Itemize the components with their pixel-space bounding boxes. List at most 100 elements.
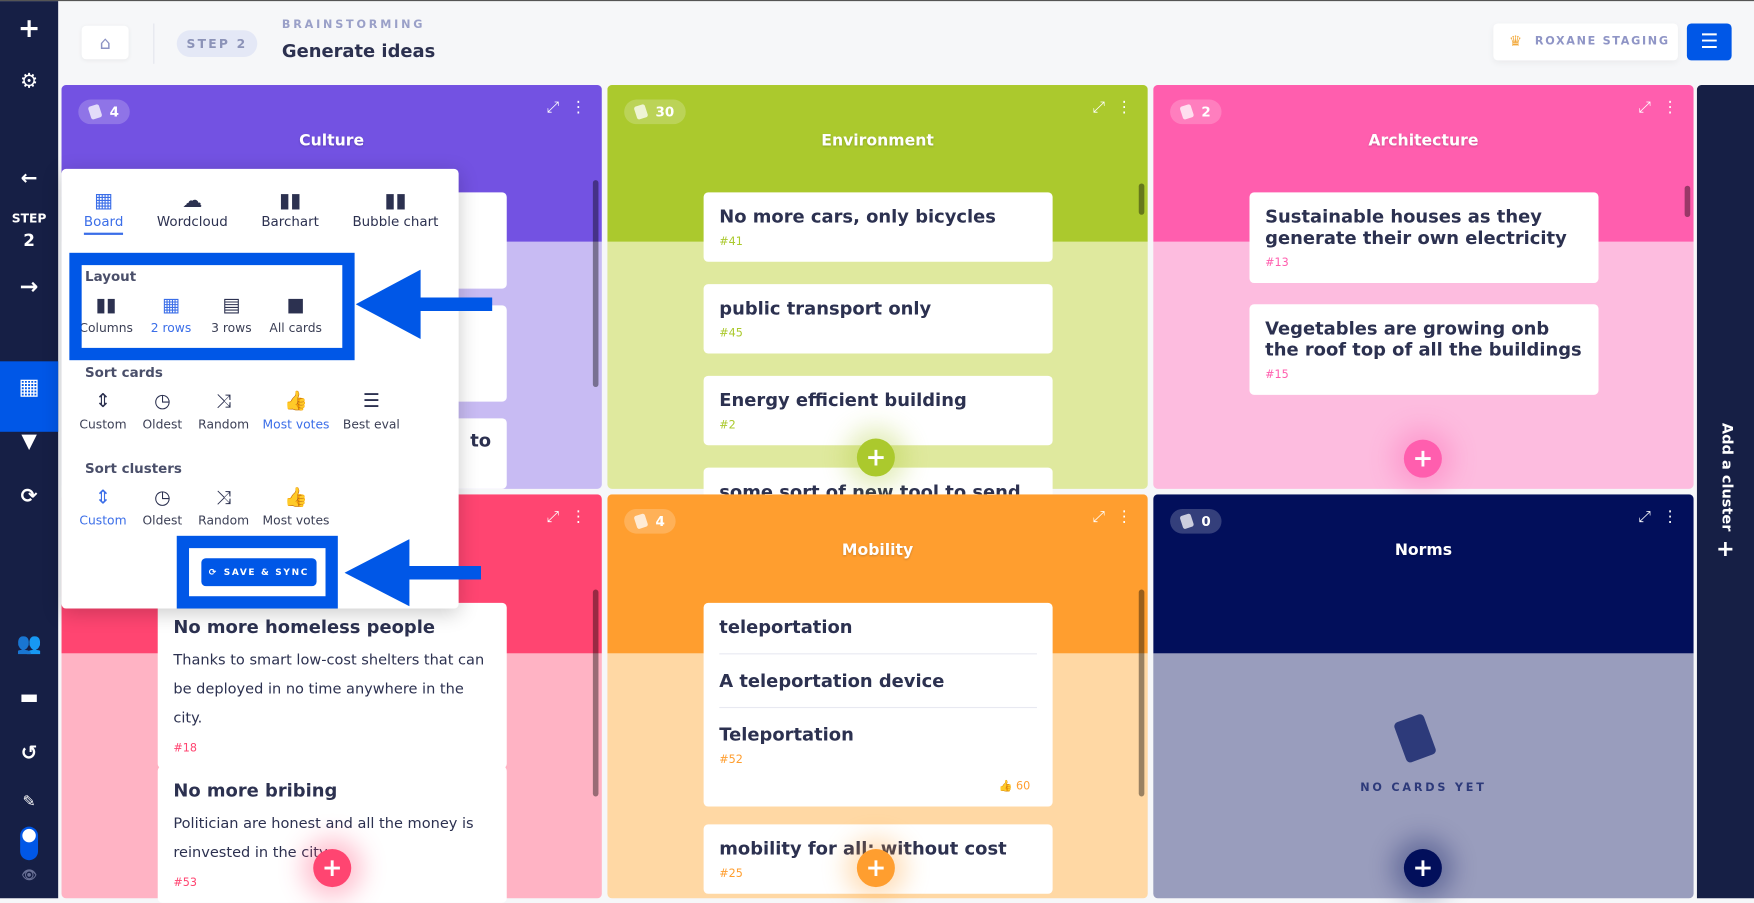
card-count-badge: 4 (78, 99, 131, 125)
idea-card[interactable]: public transport only #45 (703, 284, 1053, 354)
scrollbar[interactable] (592, 589, 599, 797)
scrollbar[interactable] (1684, 185, 1691, 218)
card-id: #41 (719, 236, 743, 249)
more-options-icon[interactable]: ⋮ (1662, 98, 1678, 116)
card-id: #52 (719, 753, 743, 767)
add-card-button[interactable]: + (1403, 849, 1442, 888)
gear-icon[interactable]: ⚙ (0, 69, 58, 92)
users-icon[interactable]: 👥 (0, 632, 58, 655)
plus-icon[interactable]: + (0, 12, 58, 43)
option-oldest[interactable]: ◷ Oldest (140, 487, 185, 528)
card-count-badge: 30 (624, 99, 686, 125)
card-title: Sustainable houses as they generate thei… (1265, 205, 1567, 249)
expand-icon[interactable]: ⤢ (1639, 508, 1652, 526)
shuffle-icon: ⤨ (216, 390, 232, 413)
more-options-icon[interactable]: ⋮ (1662, 508, 1678, 526)
option-random[interactable]: ⤨ Random (198, 487, 249, 528)
expand-icon[interactable]: ⤢ (547, 98, 560, 116)
card-id: #18 (173, 742, 197, 756)
option-most-votes[interactable]: 👍 Most votes (263, 390, 330, 431)
add-cluster-button[interactable]: Add a cluster + (1696, 85, 1754, 899)
cloud-icon: ☁ (182, 189, 203, 213)
view-tab-wordcloud[interactable]: ☁ Wordcloud (157, 189, 228, 229)
card-title: public transport only (719, 297, 932, 319)
more-options-icon[interactable]: ⋮ (1116, 98, 1132, 116)
sort-clusters-title: Sort clusters (85, 460, 182, 477)
shuffle-icon: ⤨ (216, 486, 232, 509)
add-card-button[interactable]: + (856, 438, 895, 477)
option-random[interactable]: ⤨ Random (198, 390, 249, 431)
cluster-title[interactable]: Architecture (1153, 132, 1693, 150)
option-oldest[interactable]: ◷ Oldest (140, 390, 185, 431)
add-card-button[interactable]: + (313, 849, 352, 888)
divider (719, 706, 1037, 709)
more-options-icon[interactable]: ⋮ (570, 508, 586, 526)
board-icon: ▦ (94, 189, 114, 213)
menu-button[interactable]: ☰ (1686, 23, 1732, 61)
bubble-chart-icon: ▮▮ (384, 189, 407, 213)
expand-icon[interactable]: ⤢ (1093, 508, 1106, 526)
history-icon[interactable]: ↺ (0, 742, 58, 765)
view-tab-label: Barchart (261, 213, 319, 230)
idea-card[interactable]: Vegetables are growing onb the roof top … (1249, 304, 1599, 395)
option-custom[interactable]: ⇕ Custom (79, 487, 126, 528)
option-label: Random (198, 417, 250, 432)
votes: 60 (1016, 780, 1031, 794)
org-badge[interactable]: ♛ ROXANE STAGING (1493, 23, 1678, 61)
barchart-icon: ▮▮ (279, 189, 302, 213)
idea-card[interactable]: No more cars, only bicycles #41 (703, 192, 1053, 262)
idea-card[interactable]: Sustainable houses as they generate thei… (1249, 192, 1599, 284)
view-tab-bubble-chart[interactable]: ▮▮ Bubble chart (352, 189, 438, 229)
add-card-button[interactable]: + (1403, 439, 1442, 478)
cluster-title[interactable]: Environment (607, 132, 1147, 150)
app: + ⚙ ← STEP 2 → ▦ ▼ ⟳ 👥 ▬ ↺ ✎ 👁 ⌂ STEP 2 … (0, 0, 1754, 903)
step-badge: STEP 2 (176, 30, 258, 58)
expand-icon[interactable]: ⤢ (547, 508, 560, 526)
custom-sort-icon: ⇕ (95, 486, 111, 509)
expand-icon[interactable]: ⤢ (1639, 98, 1652, 116)
card-count: 4 (655, 513, 665, 530)
giraffe-avatar-icon: ♛ (1509, 33, 1524, 51)
cluster-title[interactable]: Culture (62, 132, 602, 150)
vote-count[interactable]: 👍 60 (999, 781, 1031, 793)
expand-icon[interactable]: ⤢ (1093, 98, 1106, 116)
sync-icon[interactable]: ⟳ (0, 484, 58, 507)
pen-icon[interactable]: ✎ (0, 793, 58, 811)
add-card-button[interactable]: + (856, 849, 895, 888)
save-sync-button[interactable]: ⟳ SAVE & SYNC (201, 558, 317, 587)
view-tab-barchart[interactable]: ▮▮ Barchart (261, 189, 319, 229)
toggle[interactable] (20, 826, 39, 861)
eye-icon[interactable]: 👁 (0, 868, 58, 883)
board-icon[interactable]: ▦ (0, 373, 58, 400)
filter-icon[interactable]: ▼ (0, 430, 58, 453)
cards-icon (633, 103, 649, 120)
idea-card[interactable]: Energy efficient building #2 (703, 375, 1053, 446)
option-custom[interactable]: ⇕ Custom (79, 390, 126, 431)
scrollbar[interactable] (1138, 589, 1145, 797)
idea-card[interactable]: No more homeless people Thanks to smart … (157, 602, 507, 769)
sidebar: + ⚙ ← STEP 2 → ▦ ▼ ⟳ 👥 ▬ ↺ ✎ 👁 (0, 1, 59, 899)
folder-icon[interactable]: ▬ (0, 686, 58, 709)
option-best-eval[interactable]: ☰ Best eval (343, 390, 400, 431)
card-count: 30 (655, 104, 675, 120)
option-most-votes[interactable]: 👍 Most votes (263, 487, 330, 528)
home-button[interactable]: ⌂ (81, 25, 129, 60)
card-title: No more cars, only bicycles (719, 205, 996, 228)
arrow-left-icon[interactable]: ← (0, 167, 58, 190)
arrow-right-icon[interactable]: → (0, 273, 58, 300)
cluster-title[interactable]: Mobility (607, 541, 1147, 559)
step-label: STEP (11, 211, 47, 226)
more-options-icon[interactable]: ⋮ (1116, 508, 1132, 526)
card-title: No more bribing (173, 779, 338, 801)
scrollbar[interactable] (592, 180, 599, 388)
thumbs-up-icon: 👍 (284, 390, 308, 413)
view-tab-label: Board (83, 213, 123, 235)
view-tab-label: Wordcloud (156, 213, 228, 230)
view-tab-board[interactable]: ▦ Board (83, 189, 123, 235)
scrollbar[interactable] (1138, 183, 1145, 215)
more-options-icon[interactable]: ⋮ (570, 98, 586, 116)
option-label: Custom (79, 513, 127, 528)
option-label: Custom (79, 417, 127, 432)
idea-card[interactable]: teleportation A teleportation device Telep… (703, 602, 1053, 807)
cluster-title[interactable]: Norms (1153, 541, 1693, 559)
